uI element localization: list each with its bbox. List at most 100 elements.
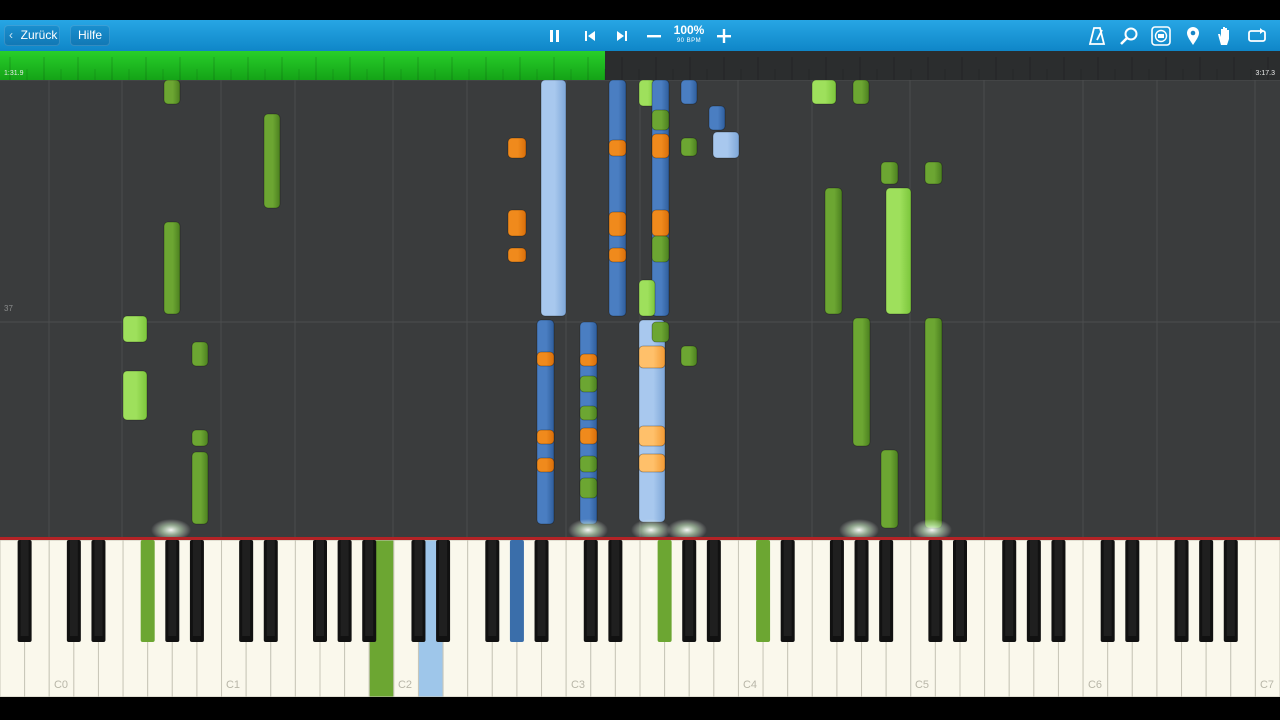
falling-note — [191, 341, 209, 367]
falling-note — [708, 105, 726, 131]
falling-note — [651, 321, 670, 343]
octave-label-c3: C3 — [570, 679, 586, 691]
falling-note — [536, 319, 555, 525]
falling-note — [651, 109, 670, 131]
falling-note — [540, 80, 567, 317]
black-key-highlight — [685, 540, 694, 636]
minus-icon — [647, 35, 661, 38]
slower-button[interactable] — [642, 24, 666, 48]
black-key-highlight — [537, 540, 546, 636]
black-key-highlight — [709, 540, 718, 636]
black-key-csharp5[interactable] — [756, 540, 771, 642]
next-button[interactable] — [610, 24, 634, 48]
time-total: 3:17.3 — [1255, 70, 1275, 77]
metronome-button[interactable] — [1085, 24, 1109, 48]
falling-note — [579, 375, 598, 393]
falling-note — [638, 453, 666, 473]
pause-button[interactable] — [543, 24, 567, 48]
help-button[interactable]: Hilfe — [70, 25, 110, 46]
pause-icon — [550, 30, 559, 42]
metronome-icon — [1088, 27, 1106, 45]
black-key-highlight — [439, 540, 448, 636]
back-button-label: Zurück — [20, 28, 58, 42]
speed-bpm: 90 BPM — [676, 38, 702, 44]
falling-note — [824, 187, 843, 315]
chevron-left-icon: ‹ — [9, 28, 13, 42]
falling-note — [638, 279, 656, 317]
piano-keyboard[interactable]: C0 C1 C2 C3 C4 C5 C6 C7 — [0, 540, 1280, 697]
black-key-highlight — [1177, 540, 1186, 636]
time-elapsed: 1:31.9 — [4, 70, 24, 77]
black-key-highlight — [242, 540, 251, 636]
falling-note — [579, 353, 598, 367]
octave-label-c1: C1 — [225, 679, 241, 691]
falling-note — [885, 187, 912, 315]
hands-button[interactable] — [1213, 24, 1237, 48]
key-glow — [151, 519, 191, 537]
falling-notes-area: 37 — [0, 80, 1280, 537]
previous-button[interactable] — [578, 24, 602, 48]
song-progress-bar[interactable]: 1:31.9 3:17.3 — [0, 51, 1280, 80]
falling-note — [536, 429, 555, 445]
key-glow — [912, 519, 952, 537]
piano-keys — [0, 540, 1280, 697]
falling-note — [880, 449, 899, 529]
black-key-highlight — [316, 540, 324, 636]
letterbox-top — [0, 0, 1280, 20]
falling-note — [608, 211, 627, 237]
falling-note — [507, 209, 527, 237]
falling-note — [263, 113, 281, 209]
note-label-icon — [1151, 26, 1171, 46]
black-key-gsharp3[interactable] — [509, 540, 524, 642]
falling-note — [638, 345, 666, 369]
falling-note — [536, 351, 555, 367]
black-key-highlight — [832, 540, 841, 636]
faster-button[interactable] — [712, 24, 736, 48]
falling-note — [191, 429, 209, 447]
letterbox-bottom — [0, 697, 1280, 720]
white-key-c8[interactable] — [1254, 540, 1280, 697]
back-button[interactable]: ‹ Zurück — [4, 25, 60, 46]
black-key-fsharp4[interactable] — [657, 540, 672, 642]
black-key-fsharp1[interactable] — [140, 540, 155, 642]
magnifier-icon — [1120, 27, 1138, 45]
octave-label-c7: C7 — [1259, 679, 1275, 691]
black-key-highlight — [857, 540, 866, 636]
falling-note — [880, 161, 899, 185]
progress-ticks — [9, 57, 1269, 80]
falling-note — [651, 235, 670, 263]
black-key-highlight — [414, 540, 423, 636]
falling-note — [579, 455, 598, 473]
falling-note — [651, 209, 670, 237]
falling-note — [680, 137, 698, 157]
black-key-highlight — [586, 540, 595, 636]
falling-note — [924, 317, 943, 529]
note-labels-button[interactable] — [1149, 24, 1173, 48]
black-key-highlight — [956, 540, 964, 636]
octave-label-c2: C2 — [397, 679, 413, 691]
falling-note — [507, 137, 527, 159]
hand-icon — [1218, 27, 1229, 45]
key-glow — [568, 519, 608, 537]
bookmark-button[interactable] — [1181, 24, 1205, 48]
octave-label-c6: C6 — [1087, 679, 1103, 691]
black-key-highlight — [1128, 540, 1137, 636]
falling-note — [852, 317, 871, 447]
zoom-button[interactable] — [1117, 24, 1141, 48]
falling-note — [507, 247, 527, 263]
octave-label-c5: C5 — [914, 679, 930, 691]
black-key-highlight — [94, 540, 103, 636]
black-key-highlight — [1202, 540, 1211, 636]
notes-canvas — [0, 80, 1280, 537]
falling-note — [608, 247, 627, 263]
loop-button[interactable] — [1245, 24, 1269, 48]
black-key-highlight — [611, 540, 620, 636]
falling-note — [608, 139, 627, 157]
falling-note — [191, 451, 209, 525]
key-glow — [631, 519, 671, 537]
falling-note — [811, 80, 837, 105]
falling-note — [852, 80, 870, 105]
falling-note — [579, 405, 598, 421]
black-key-highlight — [365, 540, 374, 636]
synthesia-window: ‹ Zurück Hilfe 100% 90 BPM 1:31.9 3:17.3… — [0, 0, 1280, 720]
